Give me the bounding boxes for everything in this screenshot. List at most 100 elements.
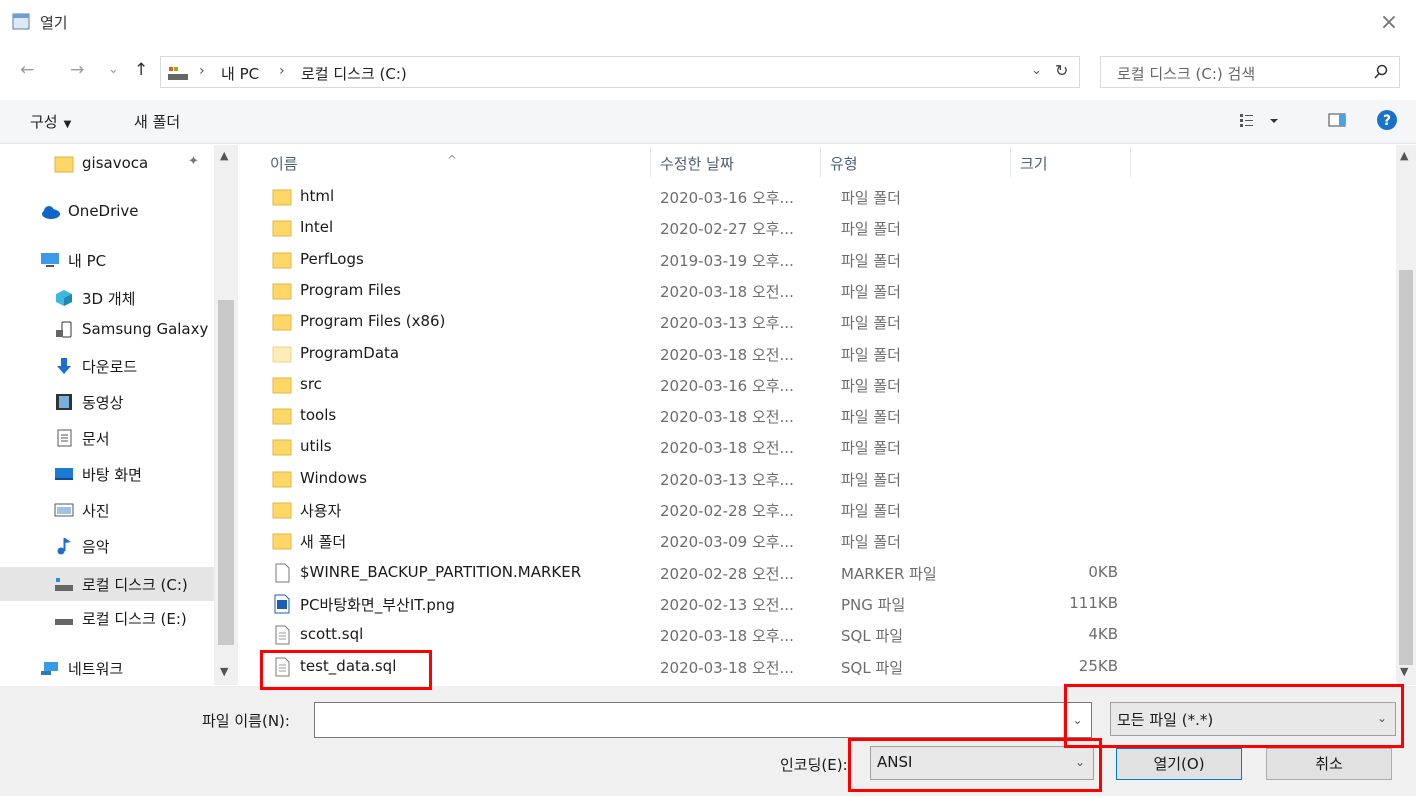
column-header-type[interactable]: 유형 <box>830 153 858 174</box>
file-modified-date: 2020-03-18 오전... <box>660 658 794 677</box>
encoding-select[interactable]: ANSI ⌄ <box>870 746 1094 780</box>
sidebar-item-local-disk-c[interactable]: 로컬 디스크 (C:) <box>0 567 216 601</box>
column-header-name[interactable]: 이름 <box>270 153 298 174</box>
sidebar-item-pictures[interactable]: 사진 <box>0 495 216 525</box>
file-modified-date: 2019-03-19 오후... <box>660 251 794 270</box>
up-arrow-icon[interactable]: ↑ <box>134 60 148 80</box>
file-name: 새 폴더 <box>300 533 347 552</box>
breadcrumb-this-pc[interactable]: 내 PC <box>221 63 259 84</box>
breadcrumb-separator: › <box>279 63 285 79</box>
open-button[interactable]: 열기(O) <box>1116 748 1242 780</box>
file-type: 파일 폴더 <box>841 251 901 270</box>
scroll-thumb[interactable] <box>218 300 234 645</box>
download-icon <box>57 358 71 374</box>
file-row[interactable]: src 2020-03-16 오후... 파일 폴더 <box>260 370 1140 401</box>
filename-field[interactable]: ⌄ <box>314 702 1092 738</box>
sidebar-scrollbar[interactable]: ▲ ▼ <box>214 145 238 685</box>
column-divider[interactable] <box>820 147 821 177</box>
file-row[interactable]: PerfLogs 2019-03-19 오후... 파일 폴더 <box>260 245 1140 276</box>
file-row[interactable]: scott.sql 2020-03-18 오후... SQL 파일 4KB <box>260 620 1140 651</box>
pin-icon[interactable]: ✦ <box>188 154 199 169</box>
cancel-button[interactable]: 취소 <box>1266 748 1392 780</box>
column-divider[interactable] <box>1010 147 1011 177</box>
sidebar-item-label: 음악 <box>82 538 110 556</box>
sidebar-item-network[interactable]: 네트워크 <box>0 653 216 683</box>
folder-icon <box>272 531 292 551</box>
file-name: html <box>300 187 335 205</box>
sidebar-item-downloads[interactable]: 다운로드 <box>0 351 216 381</box>
file-modified-date: 2020-03-18 오전... <box>660 282 794 301</box>
sort-ascending-icon: ^ <box>447 153 458 167</box>
folder-icon <box>272 500 292 520</box>
file-name: src <box>300 374 322 393</box>
sidebar-item-samsung-galaxy[interactable]: Samsung Galaxy <box>0 315 216 345</box>
column-divider[interactable] <box>1130 147 1131 177</box>
filename-input[interactable] <box>315 703 1055 735</box>
folder-icon <box>272 375 292 395</box>
sidebar-item-3d-objects[interactable]: 3D 개체 <box>0 283 216 313</box>
address-field[interactable]: › 내 PC › 로컬 디스크 (C:) ⌄ ↻ <box>160 56 1080 88</box>
file-type: 파일 폴더 <box>841 345 901 364</box>
file-modified-date: 2020-03-16 오후... <box>660 189 794 207</box>
file-modified-date: 2020-03-13 오후... <box>660 470 794 489</box>
file-row[interactable]: tools 2020-03-18 오전... 파일 폴더 <box>260 401 1140 432</box>
preview-pane-icon[interactable] <box>1328 111 1346 133</box>
file-row[interactable]: test_data.sql 2020-03-18 오전... SQL 파일 25KB <box>260 652 1140 683</box>
refresh-icon[interactable]: ↻ <box>1055 61 1068 80</box>
chevron-down-icon[interactable]: ⌄ <box>1031 63 1042 78</box>
sidebar-item-videos[interactable]: 동영상 <box>0 387 216 417</box>
file-type-select[interactable]: 모든 파일 (*.*) ⌄ <box>1110 702 1396 736</box>
file-name: Intel <box>300 218 334 237</box>
file-row[interactable]: 새 폴더 2020-03-09 오후... 파일 폴더 <box>260 526 1140 557</box>
breadcrumb-local-disk-c[interactable]: 로컬 디스크 (C:) <box>301 63 407 84</box>
window-title: 열기 <box>40 14 68 32</box>
new-folder-button[interactable]: 새 폴더 <box>134 111 180 132</box>
recent-locations-icon[interactable]: ⌄ <box>108 62 119 77</box>
chevron-down-icon[interactable]: ⌄ <box>1063 703 1091 737</box>
sidebar-item-this-pc[interactable]: 내 PC <box>0 245 216 275</box>
file-name: 사용자 <box>300 502 342 520</box>
forward-arrow-icon[interactable]: → <box>70 60 84 80</box>
scroll-up-icon[interactable]: ▲ <box>1400 149 1408 162</box>
folder-icon <box>272 187 292 207</box>
file-row[interactable]: Windows 2020-03-13 오후... 파일 폴더 <box>260 464 1140 495</box>
scroll-up-icon[interactable]: ▲ <box>220 149 228 162</box>
column-divider[interactable] <box>650 147 651 177</box>
cloud-icon <box>42 206 60 219</box>
sidebar-item-desktop[interactable]: 바탕 화면 <box>0 459 216 489</box>
organize-button[interactable]: 구성 ▼ <box>30 111 71 132</box>
drive-icon <box>55 578 73 591</box>
file-row[interactable]: 사용자 2020-02-28 오후... 파일 폴더 <box>260 495 1140 526</box>
file-row[interactable]: Program Files (x86) 2020-03-13 오후... 파일 폴더 <box>260 307 1140 338</box>
file-row[interactable]: $WINRE_BACKUP_PARTITION.MARKER 2020-02-28… <box>260 558 1140 589</box>
folder-icon <box>272 218 292 238</box>
file-row[interactable]: ProgramData 2020-03-18 오전... 파일 폴더 <box>260 339 1140 370</box>
scroll-thumb[interactable] <box>1399 270 1413 665</box>
sidebar-item-onedrive[interactable]: OneDrive <box>0 197 216 227</box>
help-icon[interactable]: ? <box>1376 109 1398 135</box>
folder-icon <box>272 312 292 332</box>
search-input[interactable]: 로컬 디스크 (C:) 검색 <box>1100 56 1400 88</box>
image-file-icon <box>272 594 292 614</box>
file-modified-date: 2020-02-27 오후... <box>660 220 794 239</box>
file-row[interactable]: Intel 2020-02-27 오후... 파일 폴더 <box>260 213 1140 244</box>
column-header-modified[interactable]: 수정한 날짜 <box>660 153 734 174</box>
sidebar-item-music[interactable]: 음악 <box>0 531 216 561</box>
back-arrow-icon[interactable]: ← <box>20 60 34 80</box>
sidebar-item-documents[interactable]: 문서 <box>0 423 216 453</box>
file-row[interactable]: Program Files 2020-03-18 오전... 파일 폴더 <box>260 276 1140 307</box>
folder-icon <box>54 156 74 173</box>
file-row[interactable]: utils 2020-03-18 오전... 파일 폴더 <box>260 432 1140 463</box>
sidebar-item-gisavoca[interactable]: gisavoca ✦ <box>0 149 216 179</box>
close-icon[interactable]: × <box>1372 6 1406 40</box>
sidebar-item-local-disk-e[interactable]: 로컬 디스크 (E:) <box>0 603 216 633</box>
file-list-scrollbar[interactable]: ▲ ▼ <box>1396 145 1416 685</box>
scroll-down-icon[interactable]: ▼ <box>220 665 228 678</box>
scroll-down-icon[interactable]: ▼ <box>1400 665 1408 678</box>
column-header-size[interactable]: 크기 <box>1020 153 1048 174</box>
address-bar: ← → ⌄ ↑ › 내 PC › 로컬 디스크 (C:) ⌄ ↻ 로컬 디스크 … <box>0 52 1416 92</box>
file-row[interactable]: PC바탕화면_부산IT.png 2020-02-13 오전... PNG 파일 111… <box>260 589 1140 620</box>
file-name: Program Files (x86) <box>300 312 446 331</box>
file-row[interactable]: html 2020-03-16 오후... 파일 폴더 <box>260 182 1140 213</box>
view-options-icon[interactable] <box>1240 111 1280 135</box>
